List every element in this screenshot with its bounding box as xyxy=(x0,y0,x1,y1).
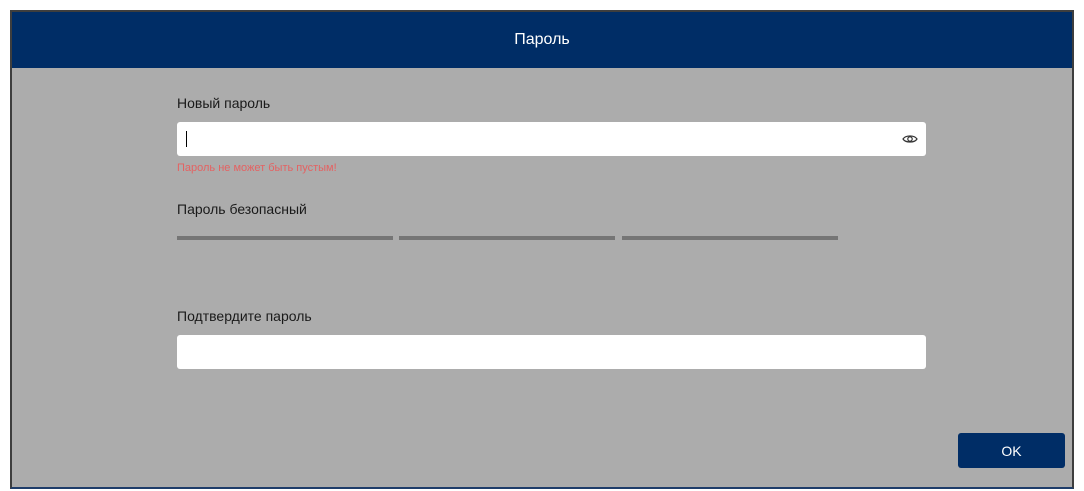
strength-segment-3 xyxy=(622,236,838,240)
new-password-label: Новый пароль xyxy=(177,95,271,111)
text-caret xyxy=(186,131,187,147)
strength-segment-1 xyxy=(177,236,393,240)
new-password-input[interactable] xyxy=(177,122,926,156)
confirm-password-input[interactable] xyxy=(177,335,926,369)
password-dialog: Пароль Новый пароль Пароль не может быть… xyxy=(10,10,1074,489)
dialog-title: Пароль xyxy=(514,31,570,48)
confirm-password-label: Подтвердите пароль xyxy=(177,308,312,324)
eye-icon[interactable] xyxy=(902,131,918,147)
new-password-error: Пароль не может быть пустым! xyxy=(177,162,337,174)
ok-button[interactable]: OK xyxy=(958,433,1065,468)
dialog-titlebar: Пароль xyxy=(12,12,1072,68)
strength-label: Пароль безопасный xyxy=(177,201,307,217)
strength-segment-2 xyxy=(399,236,615,240)
